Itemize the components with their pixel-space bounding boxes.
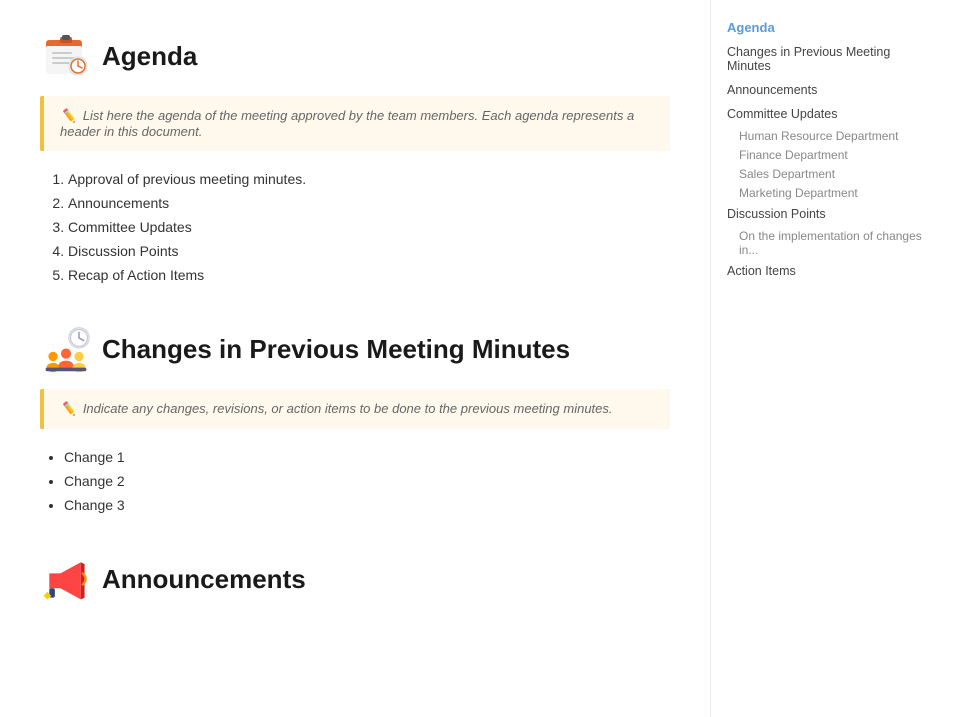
changes-section: Changes in Previous Meeting Minutes ✏️ I… — [40, 323, 670, 513]
changes-hint-text: ✏️ Indicate any changes, revisions, or a… — [60, 401, 654, 417]
list-item: Announcements — [68, 195, 670, 211]
sidebar-item-sales[interactable]: Sales Department — [727, 167, 934, 181]
agenda-section: Agenda ✏️ List here the agenda of the me… — [40, 30, 670, 283]
sidebar-item-marketing[interactable]: Marketing Department — [727, 186, 934, 200]
list-item: Recap of Action Items — [68, 267, 670, 283]
list-item: Discussion Points — [68, 243, 670, 259]
list-item: Committee Updates — [68, 219, 670, 235]
sidebar-item-changes[interactable]: Changes in Previous Meeting Minutes — [727, 43, 934, 75]
list-item: Change 3 — [64, 497, 670, 513]
announcements-title: Announcements — [102, 564, 306, 595]
sidebar-item-committee[interactable]: Committee Updates — [727, 105, 934, 123]
sidebar-section-discussion[interactable]: Discussion Points On the implementation … — [727, 205, 934, 257]
agenda-header: Agenda — [40, 30, 670, 82]
pencil-icon: ✏️ — [60, 108, 76, 123]
sidebar-item-announcements[interactable]: Announcements — [727, 81, 934, 99]
agenda-hint-text: ✏️ List here the agenda of the meeting a… — [60, 108, 654, 139]
sidebar-section-action-items[interactable]: Action Items — [727, 262, 934, 280]
agenda-list: Approval of previous meeting minutes. An… — [40, 171, 670, 283]
list-item: Change 1 — [64, 449, 670, 465]
sidebar-section-changes[interactable]: Changes in Previous Meeting Minutes — [727, 43, 934, 75]
announcements-section: Announcements — [40, 553, 670, 605]
main-content: Agenda ✏️ List here the agenda of the me… — [0, 0, 710, 717]
changes-title: Changes in Previous Meeting Minutes — [102, 334, 570, 365]
list-item: Change 2 — [64, 473, 670, 489]
sidebar-item-hr[interactable]: Human Resource Department — [727, 129, 934, 143]
changes-list: Change 1 Change 2 Change 3 — [40, 449, 670, 513]
sidebar-section-agenda[interactable]: Agenda — [727, 20, 934, 35]
changes-hint-box: ✏️ Indicate any changes, revisions, or a… — [40, 389, 670, 429]
sidebar-item-action-items[interactable]: Action Items — [727, 262, 934, 280]
agenda-hint-box: ✏️ List here the agenda of the meeting a… — [40, 96, 670, 151]
sidebar-item-discussion[interactable]: Discussion Points — [727, 205, 934, 223]
agenda-title: Agenda — [102, 41, 197, 72]
sidebar-item-finance[interactable]: Finance Department — [727, 148, 934, 162]
sidebar: Agenda Changes in Previous Meeting Minut… — [710, 0, 950, 717]
sidebar-section-committee[interactable]: Committee Updates Human Resource Departm… — [727, 105, 934, 200]
changes-icon — [40, 323, 92, 375]
announcements-icon — [40, 553, 92, 605]
changes-header: Changes in Previous Meeting Minutes — [40, 323, 670, 375]
pencil-icon-2: ✏️ — [60, 401, 76, 416]
announcements-header: Announcements — [40, 553, 670, 605]
list-item: Approval of previous meeting minutes. — [68, 171, 670, 187]
sidebar-item-discussion-sub[interactable]: On the implementation of changes in... — [727, 229, 934, 257]
sidebar-section-announcements[interactable]: Announcements — [727, 81, 934, 99]
agenda-icon — [40, 30, 92, 82]
sidebar-item-agenda[interactable]: Agenda — [727, 20, 934, 35]
